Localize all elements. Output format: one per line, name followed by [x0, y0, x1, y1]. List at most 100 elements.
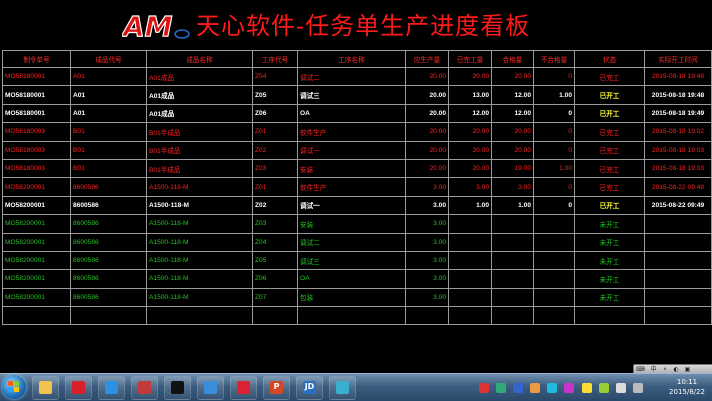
media-icon	[138, 381, 151, 394]
tray-icon[interactable]	[513, 383, 524, 393]
cell-planned-qty: 20.00	[405, 66, 449, 87]
taskbar-button-store[interactable]	[65, 376, 92, 400]
taskbar-button-app[interactable]	[329, 376, 356, 400]
table-row: MO58200001 8600586 A1500-118-M Z07 包装 3.00 未开工	[2, 287, 712, 308]
cell-process-name: 安装	[297, 214, 406, 234]
cell-failed-qty: 0	[533, 66, 575, 87]
table-row: MO58200001 8600586 A1500-118-M Z01 软件生产 3.00 3…	[2, 177, 712, 197]
mail-icon	[204, 381, 217, 394]
table-row: MO58180001 A01 A01成品 Z04 调试二 20.00 20.00 20.00 0…	[2, 66, 712, 87]
taskbar-button-qq[interactable]	[164, 376, 191, 400]
table-body: MO58180001 A01 A01成品 Z04 调试二 20.00 20.00 20.00 0…	[2, 66, 712, 326]
tray-icon[interactable]	[479, 383, 489, 393]
cell-product-code: A01	[70, 103, 147, 124]
header-row: 制令单号 成品代号 成品名称 工序代号 工序名称 应生产量 已完工量 合格量 不合格量 状态 实际开…	[2, 50, 712, 68]
taskbar-button-mail[interactable]	[197, 376, 224, 400]
cell-order-no: MO58200001	[2, 177, 71, 197]
column-header-process-name: 工序名称	[297, 50, 406, 68]
cell-process-name: 调试二	[297, 66, 406, 87]
taskbar-button-recorder[interactable]	[230, 376, 257, 400]
cell-product-name: A01成品	[146, 66, 253, 87]
cell-failed-qty: 0	[533, 177, 575, 197]
cell-passed-qty: 20.00	[491, 66, 534, 87]
svg-text:AM: AM	[122, 11, 173, 41]
cell-status: 已完工	[574, 122, 645, 142]
cell-completed-qty: 20.00	[448, 140, 492, 160]
cell-start-time	[644, 232, 712, 252]
tray-icon[interactable]	[564, 383, 575, 393]
cell-process-code: Z05	[252, 250, 298, 271]
tray-icon[interactable]	[598, 383, 609, 393]
cell-passed-qty: 19.00	[491, 158, 534, 179]
qq-icon	[171, 381, 184, 394]
network-icon[interactable]	[615, 383, 626, 393]
cell-planned-qty: 20.00	[405, 122, 449, 142]
cell-process-name: OA	[297, 269, 406, 289]
taskbar-button-vs[interactable]: JD	[296, 376, 323, 400]
tray-icon[interactable]	[581, 383, 592, 393]
cell-process-name: 调试一	[297, 140, 406, 160]
cell-failed-qty	[533, 250, 575, 271]
cell-process-name: OA	[297, 103, 406, 124]
cell-passed-qty	[491, 287, 534, 308]
volume-icon[interactable]	[632, 383, 643, 393]
cell-failed-qty: 1.00	[533, 85, 575, 105]
table-row: MO58180003 B01 B01半成品 Z03 安装 20.00 20.00 19.00 1…	[2, 158, 712, 179]
clock-date: 2015/8/22	[669, 388, 705, 396]
powerpoint-label: P	[273, 382, 280, 391]
cell-failed-qty: 0	[533, 122, 575, 142]
cell-start-time: 2015-08-18 19:03	[644, 158, 712, 179]
table-row: MO58200001 8600586 A1500-118-M Z03 安装 3.00 未开工	[2, 214, 712, 234]
cell-failed-qty: 0	[533, 195, 575, 216]
cell-product-name: A1500-118-M	[146, 214, 253, 234]
cell-order-no: MO58200001	[2, 269, 71, 289]
taskbar-button-explorer[interactable]	[32, 376, 59, 400]
cell-status: 已完工	[574, 66, 645, 87]
taskbar-button-media[interactable]	[131, 376, 158, 400]
empty-cell	[146, 306, 253, 326]
empty-cell	[448, 306, 492, 326]
cell-completed-qty: 12.00	[448, 103, 492, 124]
cell-status: 已完工	[574, 140, 645, 160]
cell-product-code: 8600586	[70, 232, 147, 252]
cell-order-no: MO58180001	[2, 103, 71, 124]
cell-process-name: 软件生产	[297, 177, 406, 197]
company-logo: AM	[122, 11, 190, 41]
cell-process-code: Z03	[252, 214, 298, 234]
cell-planned-qty: 3.00	[405, 214, 449, 234]
table-row: MO58200001 8600586 A1500-118-M Z06 OA 3.00 未开工	[2, 269, 712, 289]
clock[interactable]: 10:11 2015/8/22	[664, 377, 710, 397]
cell-passed-qty: 20.00	[491, 140, 534, 160]
cell-process-code: Z06	[252, 269, 298, 289]
cell-status: 未开工	[574, 287, 645, 308]
start-button[interactable]	[2, 375, 26, 399]
table-header: 制令单号 成品代号 成品名称 工序代号 工序名称 应生产量 已完工量 合格量 不合格量 状态 实际开…	[2, 50, 712, 68]
cell-passed-qty	[491, 269, 534, 289]
cell-planned-qty: 3.00	[405, 287, 449, 308]
column-header-planned-qty: 应生产量	[405, 50, 449, 68]
cell-completed-qty	[448, 269, 492, 289]
taskbar-button-ie[interactable]	[98, 376, 125, 400]
taskbar-button-powerpoint[interactable]: P	[263, 376, 290, 400]
cell-order-no: MO58200001	[2, 195, 71, 216]
cell-status: 未开工	[574, 269, 645, 289]
taskbar: P JD 10:11 2015/8/22	[0, 373, 712, 401]
cell-product-name: A1500-118-M	[146, 287, 253, 308]
cell-product-code: 8600586	[70, 177, 147, 197]
cell-planned-qty: 20.00	[405, 103, 449, 124]
cell-start-time: 2015-08-22 09:48	[644, 177, 712, 197]
cell-status: 已开工	[574, 103, 645, 124]
tray-icon[interactable]	[530, 383, 541, 393]
cell-failed-qty: 0	[533, 103, 575, 124]
cell-order-no: MO58180001	[2, 85, 71, 105]
column-header-product-name: 成品名称	[146, 50, 253, 68]
cell-planned-qty: 20.00	[405, 85, 449, 105]
cell-product-name: A01成品	[146, 103, 253, 124]
tray-icon[interactable]	[496, 383, 507, 393]
tray-icon[interactable]	[547, 383, 558, 393]
cell-order-no: MO58180003	[2, 140, 71, 160]
empty-row	[2, 306, 712, 326]
cell-order-no: MO58200001	[2, 287, 71, 308]
cell-product-name: A1500-118-M	[146, 250, 253, 271]
column-header-order-no: 制令单号	[2, 50, 71, 68]
